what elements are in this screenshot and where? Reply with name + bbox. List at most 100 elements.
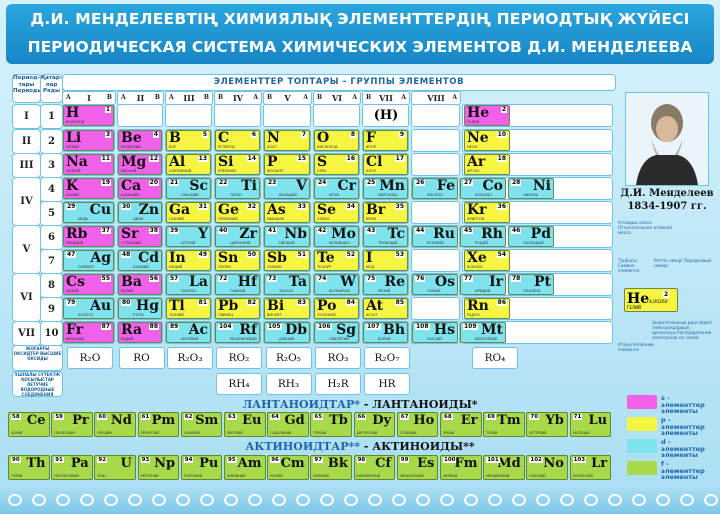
element-Cl[interactable]: Cl 17 ХЛОР <box>363 154 408 175</box>
element-Si[interactable]: Si 14 КРЕМНИЙ <box>215 154 260 175</box>
element-B[interactable]: B 5 БОР <box>166 130 211 151</box>
element-Zn[interactable]: Zn 30 ЦИНК <box>118 202 162 223</box>
element-As[interactable]: As 33 МЫШЬЯК <box>264 202 310 223</box>
element-Cd[interactable]: Cd 48 КАДМИЙ <box>118 250 162 271</box>
element-Hs[interactable]: Hs 108 ХАССИЙ <box>412 322 458 343</box>
element-La[interactable]: La 57 ЛАНТАН <box>166 274 211 295</box>
element-V[interactable]: V 23 ВАНАДИЙ <box>264 178 310 199</box>
element-Fe[interactable]: Fe 26 ЖЕЛЕЗО <box>412 178 458 199</box>
actinide-Th[interactable]: Th 90 ТОРИЙ <box>8 455 50 480</box>
element-Sn[interactable]: Sn 50 ОЛОВО <box>215 250 260 271</box>
element-W[interactable]: W 74 ВОЛЬФРАМ <box>314 274 359 295</box>
actinide-Pu[interactable]: Pu 94 ПЛУТОНИЙ <box>180 455 223 480</box>
element-Hg[interactable]: Hg 80 РТУТЬ <box>118 298 162 319</box>
element-Ru[interactable]: Ru 44 РУТЕНИЙ <box>412 226 458 247</box>
element-Tc[interactable]: Tc 43 ТЕХНЕЦИЙ <box>363 226 408 247</box>
element-Xe[interactable]: Xe 54 КСЕНОН <box>464 250 510 271</box>
element-Ti[interactable]: Ti 22 ТИТАН <box>215 178 260 199</box>
lanthanide-Ho[interactable]: Ho 67 ГОЛЬМИЙ <box>396 412 439 437</box>
element-Ni[interactable]: Ni 28 НИКЕЛЬ <box>508 178 554 199</box>
element-Fr[interactable]: Fr 87 ФРАНЦИЙ <box>63 322 114 343</box>
element-Ar[interactable]: Ar 18 АРГОН <box>464 154 510 175</box>
element-At[interactable]: At 85 АСТАТ <box>363 298 408 319</box>
element-Mo[interactable]: Mo 42 МОЛИБДЕН <box>314 226 359 247</box>
element-Ra[interactable]: Ra 88 РАДИЙ <box>118 322 162 343</box>
actinide-Am[interactable]: Am 95 АМЕРИЦИЙ <box>224 455 266 480</box>
actinide-Np[interactable]: Np 93 НЕПТУНИЙ <box>137 455 180 480</box>
element-Rh[interactable]: Rh 45 РОДИЙ <box>460 226 506 247</box>
element-Pb[interactable]: Pb 82 СВИНЕЦ <box>215 298 260 319</box>
lanthanide-Lu[interactable]: Lu 71 ЛЮТЕЦИЙ <box>569 412 612 437</box>
element-Cu[interactable]: Cu 29 МЕДЬ <box>63 202 114 223</box>
element-Rb[interactable]: Rb 37 РУБИДИЙ <box>63 226 114 247</box>
element-Se[interactable]: Se 34 СЕЛЕН <box>314 202 359 223</box>
element-Be[interactable]: Be 4 БЕРИЛЛИЙ <box>118 130 162 151</box>
lanthanide-Pm[interactable]: Pm 61 ПРОМЕТИЙ <box>137 412 180 437</box>
lanthanide-Pr[interactable]: Pr 59 ПРАЗЕОДИМ <box>51 412 93 437</box>
element-Nb[interactable]: Nb 41 НИОБИЙ <box>264 226 310 247</box>
element-P[interactable]: P 15 ФОСФОР <box>264 154 310 175</box>
actinide-Bk[interactable]: Bk 97 БЕРКЛИЙ <box>310 455 352 480</box>
element-Y[interactable]: Y 39 ИТТРИЙ <box>166 226 211 247</box>
element-Kr[interactable]: Kr 36 КРИПТОН <box>464 202 510 223</box>
element-Rn[interactable]: Rn 86 РАДОН <box>464 298 510 319</box>
element-I[interactable]: I 53 ИОД <box>363 250 408 271</box>
element-Zr[interactable]: Zr 40 ЦИРКОНИЙ <box>215 226 260 247</box>
lanthanide-Ce[interactable]: Ce 58 ЦЕРИЙ <box>8 412 50 437</box>
element-N[interactable]: N 7 АЗОТ <box>264 130 310 151</box>
element-S[interactable]: S 16 СЕРА <box>314 154 359 175</box>
actinide-Fm[interactable]: Fm 100 ФЕРМИЙ <box>440 455 482 480</box>
element-Na[interactable]: Na 11 НАТРИЙ <box>63 154 114 175</box>
element-Ge[interactable]: Ge 32 ГЕРМАНИЙ <box>215 202 260 223</box>
element-Ir[interactable]: Ir 77 ИРИДИЙ <box>460 274 506 295</box>
element-K[interactable]: K 19 КАЛИЙ <box>63 178 114 199</box>
element-Bh[interactable]: Bh 107 БОРИЙ <box>363 322 408 343</box>
element-Sb[interactable]: Sb 51 СУРЬМА <box>264 250 310 271</box>
element-Ta[interactable]: Ta 73 ТАНТАЛ <box>264 274 310 295</box>
element-Au[interactable]: Au 79 ЗОЛОТО <box>63 298 114 319</box>
element-Po[interactable]: Po 84 ПОЛОНИЙ <box>314 298 359 319</box>
element-Mn[interactable]: Mn 25 МАРГАНЕЦ <box>363 178 408 199</box>
actinide-Es[interactable]: Es 99 ЭЙНШТЕЙНИЙ <box>396 455 439 480</box>
element-Al[interactable]: Al 13 АЛЮМИНИЙ <box>166 154 211 175</box>
element-Pd[interactable]: Pd 46 ПАЛЛАДИЙ <box>508 226 554 247</box>
element-Ne[interactable]: Ne 10 НЕОН <box>464 130 510 151</box>
element-Ag[interactable]: Ag 47 СЕРЕБРО <box>63 250 114 271</box>
element-Cs[interactable]: Cs 55 ЦЕЗИЙ <box>63 274 114 295</box>
actinide-Md[interactable]: Md 101 МЕНДЕЛЕВИЙ <box>483 455 525 480</box>
lanthanide-Eu[interactable]: Eu 63 ЕВРОПИЙ <box>224 412 266 437</box>
element-Sc[interactable]: Sc 21 СКАНДИЙ <box>166 178 211 199</box>
lanthanide-Sm[interactable]: Sm 62 САМАРИЙ <box>180 412 223 437</box>
element-In[interactable]: In 49 ИНДИЙ <box>166 250 211 271</box>
element-Ca[interactable]: Ca 20 КАЛЬЦИЙ <box>118 178 162 199</box>
lanthanide-Dy[interactable]: Dy 66 ДИСПРОЗИЙ <box>353 412 396 437</box>
element-F[interactable]: F 9 ФТОР <box>363 130 408 151</box>
element-Rf[interactable]: Rf 104 РЕЗЕРФОРДИЙ <box>215 322 260 343</box>
lanthanide-Gd[interactable]: Gd 64 ГАДОЛИНИЙ <box>267 412 309 437</box>
element-Os[interactable]: Os 76 ОСМИЙ <box>412 274 458 295</box>
lanthanide-Yb[interactable]: Yb 70 ИТТЕРБИЙ <box>526 412 568 437</box>
element-C[interactable]: C 6 УГЛЕРОД <box>215 130 260 151</box>
element-Li[interactable]: Li 3 ЛИТИЙ <box>63 130 114 151</box>
element-Mg[interactable]: Mg 12 МАГНИЙ <box>118 154 162 175</box>
actinide-Cm[interactable]: Cm 96 КЮРИЙ <box>267 455 309 480</box>
actinide-U[interactable]: U 92 УРАН <box>94 455 136 480</box>
lanthanide-Tm[interactable]: Tm 69 ТУЛИЙ <box>483 412 525 437</box>
element-Ga[interactable]: Ga 31 ГАЛЛИЙ <box>166 202 211 223</box>
element-H[interactable]: H 1 ВОДОРОД <box>63 105 114 126</box>
actinide-Cf[interactable]: Cf 98 КАЛИФОРНИЙ <box>353 455 396 480</box>
element-Ba[interactable]: Ba 56 БАРИЙ <box>118 274 162 295</box>
element-Pt[interactable]: Pt 78 ПЛАТИНА <box>508 274 554 295</box>
element-Tl[interactable]: Tl 81 ТАЛЛИЙ <box>166 298 211 319</box>
element-Bi[interactable]: Bi 83 ВИСМУТ <box>264 298 310 319</box>
actinide-Pa[interactable]: Pa 91 ПРОТАКТИНИЙ <box>51 455 93 480</box>
element-Co[interactable]: Co 27 КОБАЛЬТ <box>460 178 506 199</box>
actinide-Lr[interactable]: Lr 103 ЛОУРЕНСИЙ <box>569 455 612 480</box>
element-Re[interactable]: Re 75 РЕНИЙ <box>363 274 408 295</box>
lanthanide-Tb[interactable]: Tb 65 ТЕРБИЙ <box>310 412 352 437</box>
element-He[interactable]: He 2 ГЕЛИЙ <box>464 105 510 126</box>
actinide-No[interactable]: No 102 НОБЕЛИЙ <box>526 455 568 480</box>
lanthanide-Er[interactable]: Er 68 ЭРБИЙ <box>440 412 482 437</box>
lanthanide-Nd[interactable]: Nd 60 НЕОДИМ <box>94 412 136 437</box>
element-Db[interactable]: Db 105 ДУБНИЙ <box>264 322 310 343</box>
